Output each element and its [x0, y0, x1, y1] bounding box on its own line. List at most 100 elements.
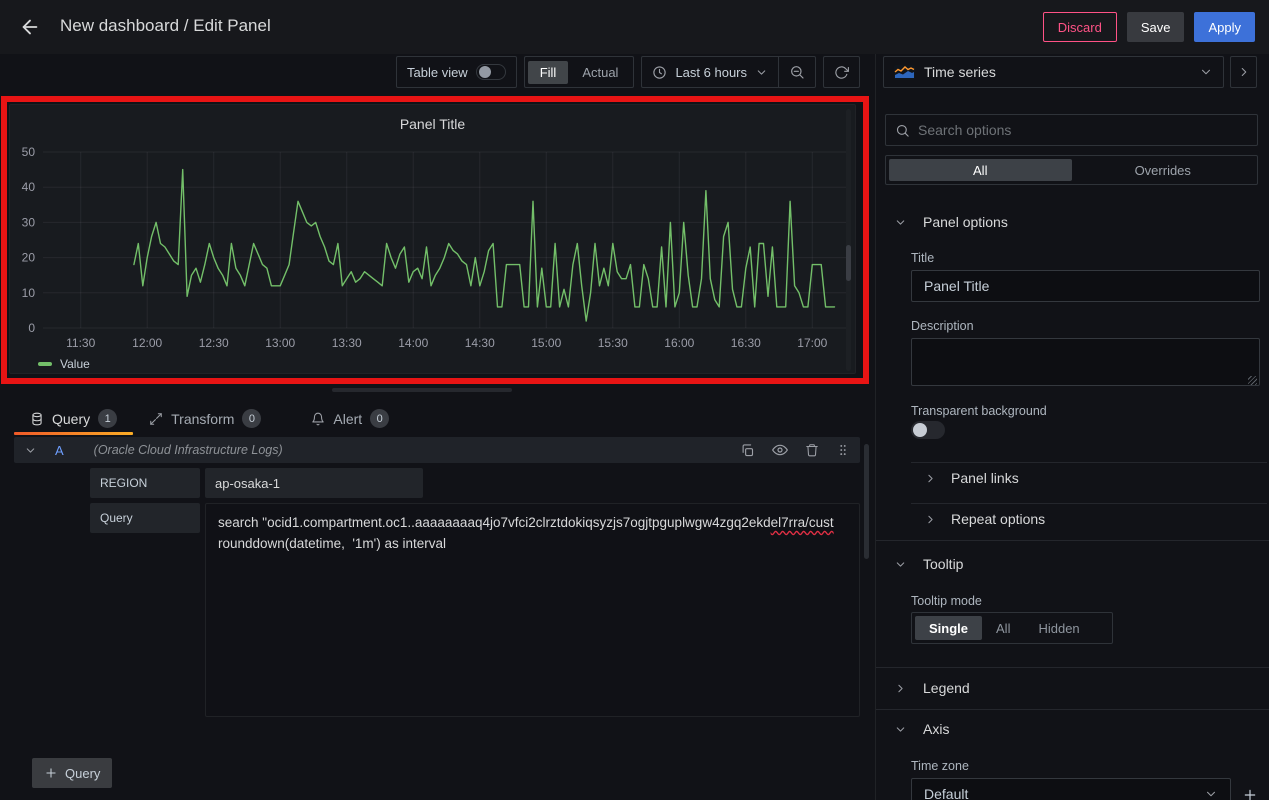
query-field-label: Query	[90, 503, 200, 533]
time-range-group: Last 6 hours	[641, 56, 816, 88]
visualization-picker[interactable]: Time series	[883, 56, 1224, 88]
description-field-label: Description	[911, 319, 974, 333]
time-series-chart[interactable]: 0102030405011:3012:0012:3013:0013:3014:0…	[10, 133, 859, 360]
clock-icon	[652, 65, 667, 80]
tab-all-options[interactable]: All	[889, 159, 1072, 181]
section-panel-options[interactable]: Panel options	[876, 210, 1269, 234]
description-textarea[interactable]	[911, 338, 1260, 386]
zoom-out-button[interactable]	[779, 57, 815, 87]
toggle-visibility-button[interactable]	[772, 442, 788, 458]
header-actions: Discard Save Apply	[1043, 12, 1255, 42]
tab-alert[interactable]: Alert 0	[295, 402, 405, 435]
section-axis-title: Axis	[923, 721, 949, 737]
svg-text:13:30: 13:30	[332, 336, 362, 350]
tab-alert-count: 0	[370, 409, 389, 428]
refresh-button[interactable]	[824, 57, 859, 87]
panel-title-input[interactable]	[911, 270, 1260, 302]
trash-icon	[805, 443, 819, 457]
tab-transform[interactable]: Transform 0	[133, 402, 277, 435]
transparent-bg-switch[interactable]	[911, 421, 945, 439]
visualization-panel[interactable]: Panel Title 0102030405011:3012:0012:3013…	[9, 104, 856, 374]
tab-overrides[interactable]: Overrides	[1072, 159, 1255, 181]
svg-text:15:00: 15:00	[531, 336, 561, 350]
divider	[876, 667, 1269, 668]
svg-text:40: 40	[22, 180, 36, 194]
region-field-value[interactable]: ap-osaka-1	[205, 468, 423, 498]
panel-scrollbar-thumb[interactable]	[846, 245, 851, 281]
add-query-button[interactable]: Query	[32, 758, 112, 788]
chevron-down-icon	[894, 723, 907, 736]
tab-query-count: 1	[98, 409, 117, 428]
grip-dots-icon	[836, 443, 850, 457]
svg-text:0: 0	[28, 321, 35, 335]
grafana-edit-panel-app: New dashboard / Edit Panel Discard Save …	[0, 0, 1269, 800]
save-button[interactable]: Save	[1127, 12, 1185, 42]
tooltip-mode-hidden[interactable]: Hidden	[1024, 616, 1093, 640]
options-search-input[interactable]	[918, 122, 1248, 138]
section-legend-title: Legend	[923, 680, 970, 696]
legend-label: Value	[60, 357, 90, 371]
time-zone-label: Time zone	[911, 759, 969, 773]
tooltip-mode-radio-group: Single All Hidden	[911, 612, 1113, 644]
table-view-label: Table view	[407, 65, 468, 80]
transparent-bg-label: Transparent background	[911, 404, 1047, 418]
tab-transform-count: 0	[242, 409, 261, 428]
apply-button[interactable]: Apply	[1194, 12, 1255, 42]
section-repeat-options[interactable]: Repeat options	[876, 505, 1269, 533]
table-view-toggle[interactable]: Table view	[397, 57, 516, 87]
divider	[876, 540, 1269, 541]
section-legend[interactable]: Legend	[876, 676, 1269, 700]
add-time-zone-button[interactable]	[1239, 784, 1261, 800]
pane-splitter-handle[interactable]	[332, 388, 512, 392]
tooltip-mode-all[interactable]: All	[982, 616, 1024, 640]
time-series-viz-icon	[894, 65, 915, 80]
options-search[interactable]	[885, 114, 1258, 146]
tab-transform-label: Transform	[171, 411, 234, 427]
duplicate-query-button[interactable]	[740, 443, 755, 458]
section-tooltip[interactable]: Tooltip	[876, 552, 1269, 576]
time-zone-select[interactable]: Default	[911, 778, 1231, 800]
actual-option[interactable]: Actual	[570, 61, 630, 84]
toggle-options-pane-button[interactable]	[1230, 56, 1257, 88]
query-ref-id[interactable]: A	[55, 443, 64, 458]
bell-icon	[311, 412, 325, 426]
chart-svg[interactable]: 0102030405011:3012:0012:3013:0013:3014:0…	[10, 133, 859, 355]
chevron-right-icon	[1237, 65, 1251, 79]
time-zone-value: Default	[924, 786, 968, 800]
collapse-chevron-icon[interactable]	[24, 444, 37, 457]
section-panel-links-title: Panel links	[951, 470, 1019, 486]
table-view-switch[interactable]	[476, 64, 506, 80]
chevron-right-icon	[924, 472, 937, 485]
section-axis[interactable]: Axis	[876, 717, 1269, 741]
delete-query-button[interactable]	[805, 443, 819, 457]
drag-handle[interactable]	[836, 443, 850, 457]
tab-query-label: Query	[52, 411, 90, 427]
copy-icon	[740, 443, 755, 458]
svg-text:12:30: 12:30	[199, 336, 229, 350]
region-field-label: REGION	[90, 468, 200, 498]
query-text-line1: search "ocid1.compartment.oc1..aaaaaaaaq…	[218, 515, 771, 530]
section-panel-links[interactable]: Panel links	[876, 464, 1269, 492]
back-button[interactable]	[16, 13, 44, 41]
title-field-label: Title	[911, 251, 934, 265]
svg-text:13:00: 13:00	[265, 336, 295, 350]
eye-icon	[772, 442, 788, 458]
svg-text:12:00: 12:00	[132, 336, 162, 350]
query-row-header[interactable]: A (Oracle Cloud Infrastructure Logs)	[14, 437, 860, 463]
time-range-button[interactable]: Last 6 hours	[642, 57, 778, 87]
legend-item-value[interactable]: Value	[38, 357, 90, 371]
refresh-icon	[834, 65, 849, 80]
fill-option[interactable]: Fill	[528, 61, 569, 84]
database-icon	[30, 412, 44, 426]
search-icon	[895, 123, 910, 138]
divider	[876, 709, 1269, 710]
options-scope-tabs: All Overrides	[885, 155, 1258, 185]
zoom-out-icon	[789, 64, 805, 80]
panel-options-pane: Time series All Overrides Panel options …	[875, 54, 1269, 800]
left-pane-scrollbar-thumb[interactable]	[864, 444, 869, 559]
tooltip-mode-single[interactable]: Single	[915, 616, 982, 640]
tab-query[interactable]: Query 1	[14, 402, 133, 435]
transform-icon	[149, 412, 163, 426]
discard-button[interactable]: Discard	[1043, 12, 1117, 42]
query-text-editor[interactable]: search "ocid1.compartment.oc1..aaaaaaaaq…	[205, 503, 860, 717]
